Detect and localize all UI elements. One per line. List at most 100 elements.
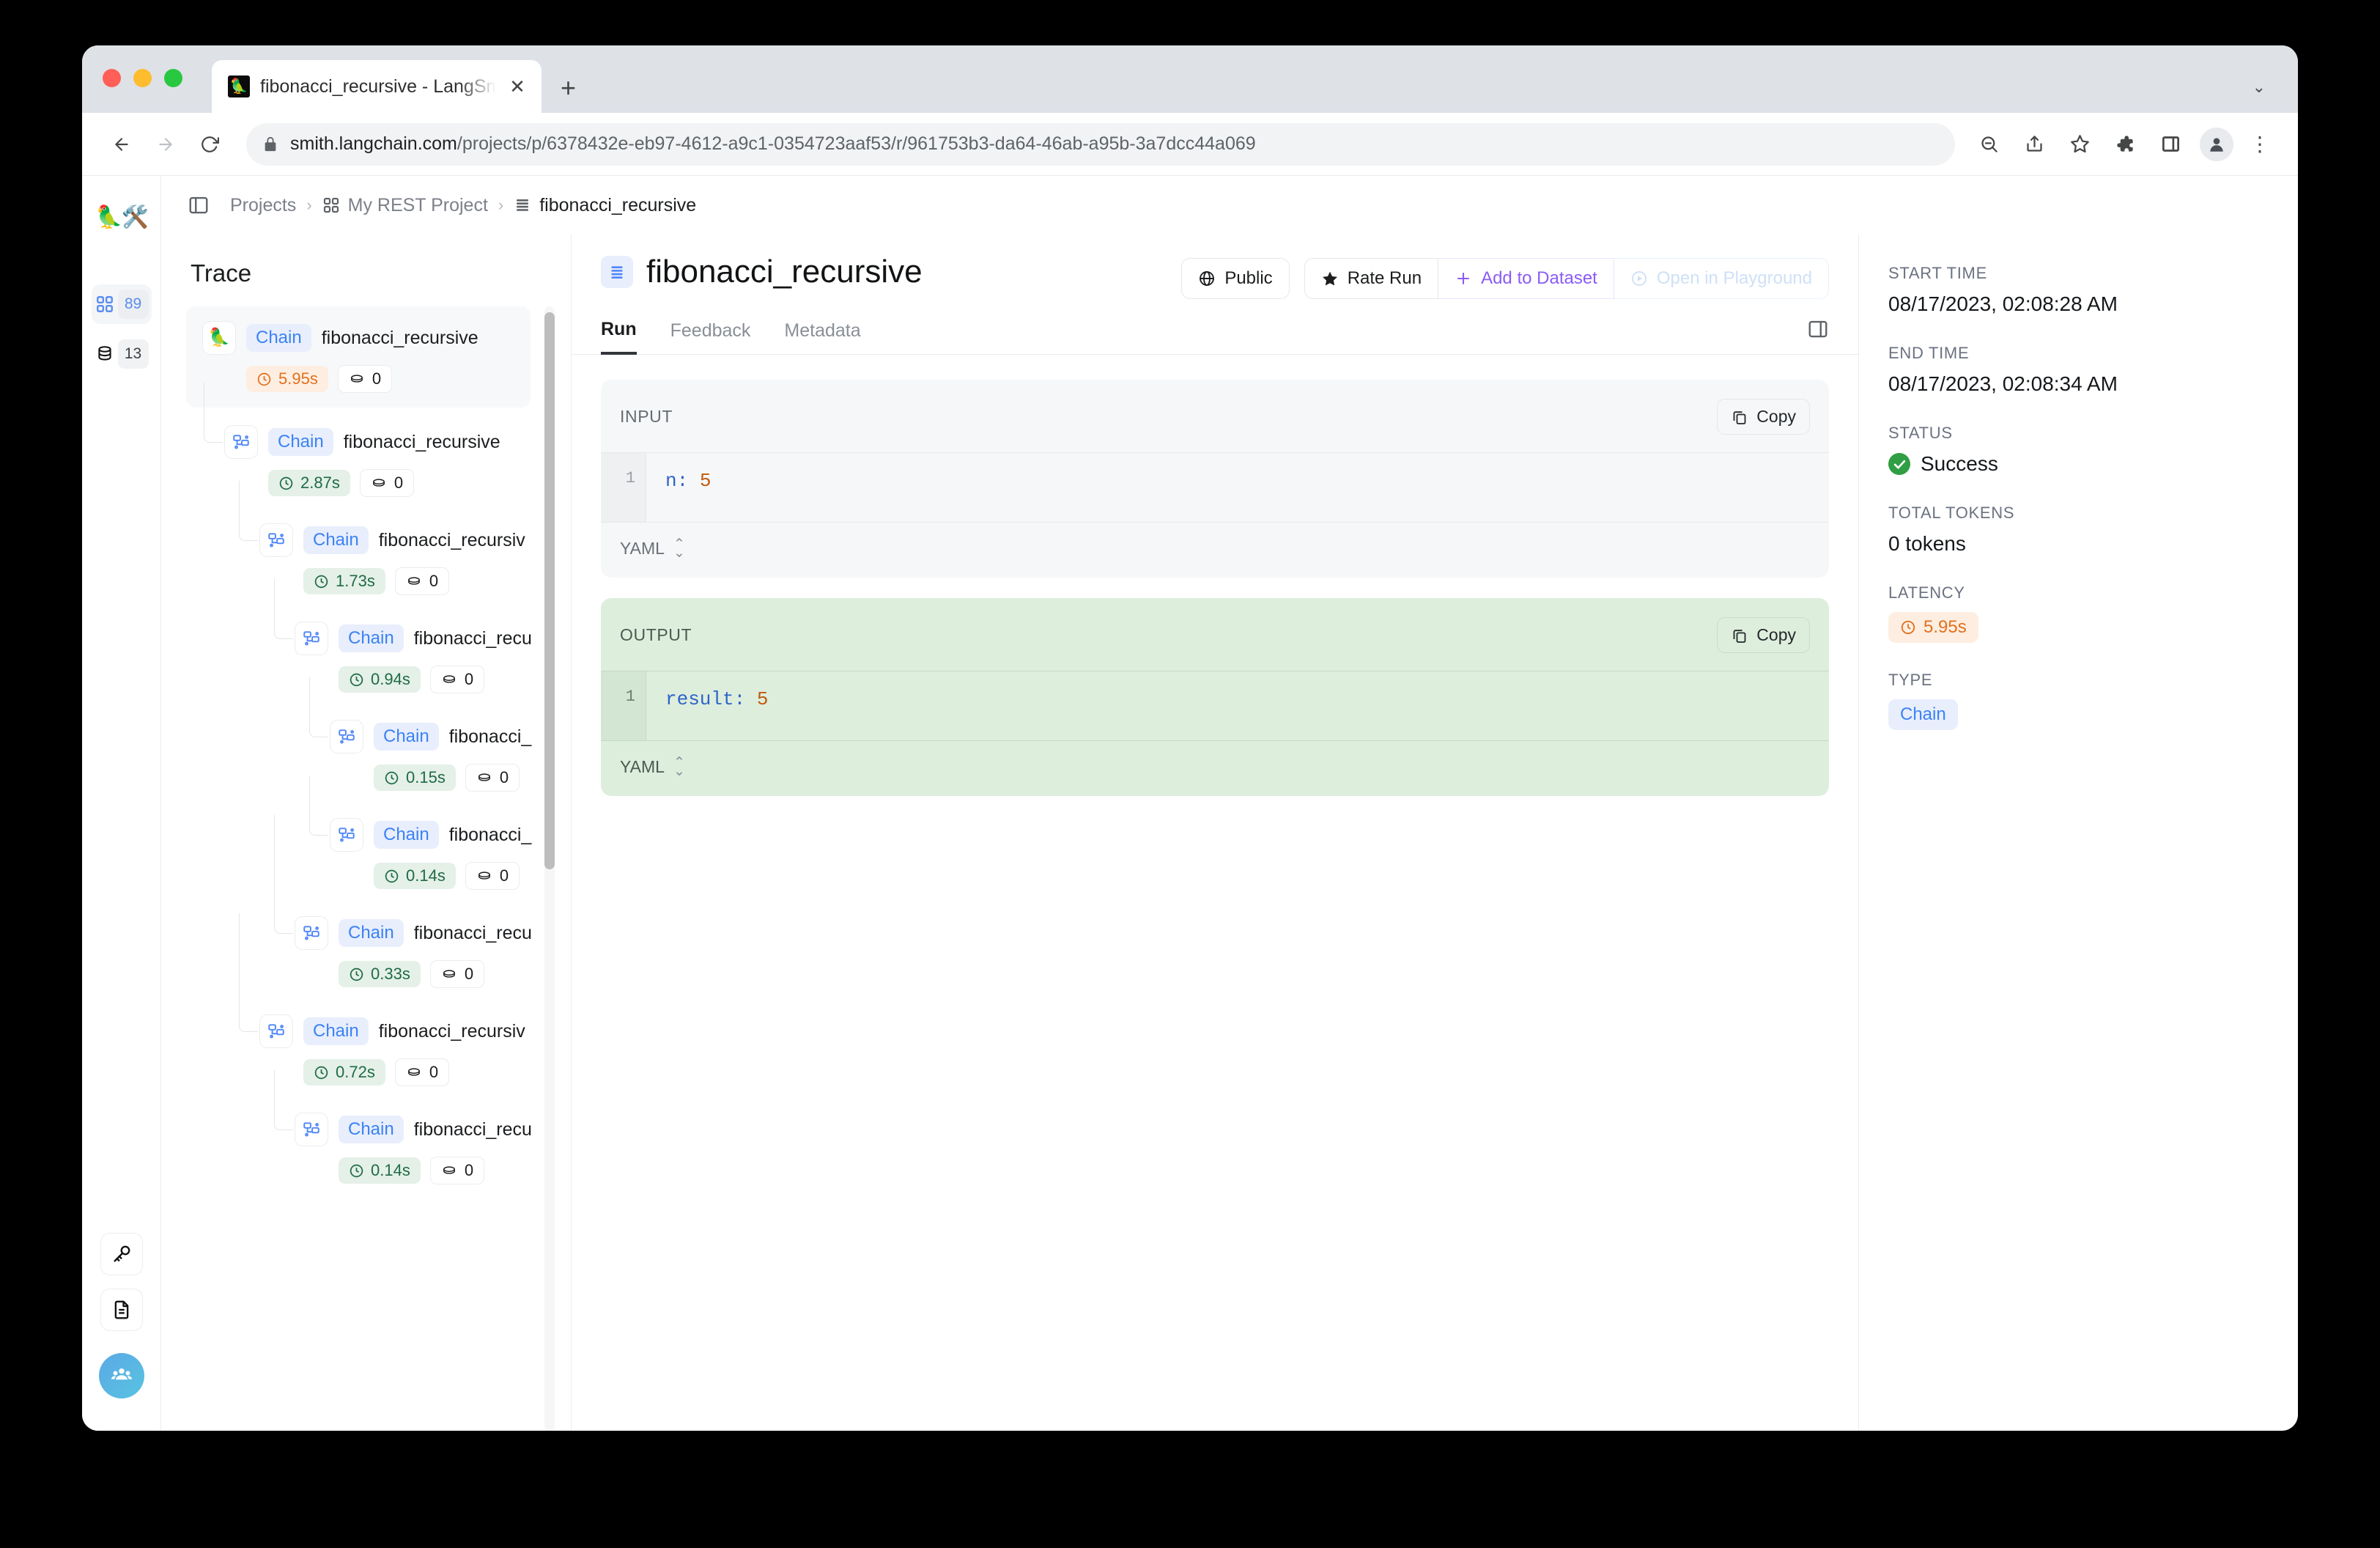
reload-icon[interactable]	[191, 125, 229, 163]
copy-output-button[interactable]: Copy	[1717, 617, 1810, 653]
meta-end-time-value: 08/17/2023, 02:08:34 AM	[1888, 372, 2269, 396]
langsmith-logo-icon[interactable]: 🦜🛠️	[95, 195, 147, 240]
sidebar-item-datasets[interactable]: 13	[92, 334, 152, 374]
kebab-menu-icon[interactable]: ⋮	[2247, 132, 2273, 156]
trace-node[interactable]: Chain fibonacci_recu 0.94s	[295, 622, 571, 693]
tab-metadata[interactable]: Metadata	[784, 320, 860, 353]
tab-feedback[interactable]: Feedback	[670, 320, 751, 353]
browser-window: 🦜 fibonacci_recursive - LangSmith ✕ + ⌄ …	[82, 45, 2298, 1431]
docs-icon[interactable]	[100, 1289, 143, 1331]
trace-node[interactable]: Chain fibonacci_ 0.15s	[330, 720, 571, 792]
trace-node[interactable]: Chain fibonacci_recu 0.14s	[295, 1113, 571, 1184]
public-button[interactable]: Public	[1181, 258, 1289, 299]
meta-latency-label: LATENCY	[1888, 583, 2269, 602]
node-latency-badge: 0.72s	[303, 1059, 385, 1086]
chevron-updown-icon: ⌃⌄	[673, 759, 685, 775]
side-panel-icon[interactable]	[2154, 128, 2187, 161]
node-latency-badge: 0.14s	[374, 863, 456, 889]
node-type-badge: Chain	[303, 526, 369, 554]
profile-avatar-icon[interactable]	[2200, 128, 2233, 161]
address-bar[interactable]: smith.langchain.com/projects/p/6378432e-…	[246, 123, 1955, 166]
node-name: fibonacci_recursive	[344, 432, 500, 453]
share-icon[interactable]	[2018, 128, 2050, 161]
back-arrow-icon[interactable]	[103, 125, 141, 163]
node-token-badge: 0	[338, 365, 392, 393]
main-column: Projects › My REST Project › fibonacci_r…	[161, 176, 2298, 1431]
node-type-badge: Chain	[303, 1017, 369, 1045]
node-type-badge: Chain	[374, 821, 439, 849]
node-name: fibonacci_	[449, 825, 532, 846]
page-title: fibonacci_recursive	[646, 254, 923, 290]
input-format-selector[interactable]: YAML ⌃⌄	[601, 523, 1829, 578]
org-avatar[interactable]	[99, 1353, 144, 1398]
io-area: INPUT Copy 1 n: 5	[572, 355, 1858, 1431]
meta-start-time-value: 08/17/2023, 02:08:28 AM	[1888, 292, 2269, 316]
url-text: smith.langchain.com/projects/p/6378432e-…	[290, 133, 1256, 155]
minimize-window-button[interactable]	[133, 69, 152, 87]
open-in-playground-button[interactable]: Open in Playground	[1614, 258, 1829, 299]
breadcrumb-project[interactable]: My REST Project	[322, 195, 488, 216]
add-to-dataset-button[interactable]: Add to Dataset	[1438, 258, 1614, 299]
output-code-block[interactable]: 1 result: 5	[601, 671, 1829, 741]
trace-node[interactable]: Chain fibonacci_recu 0.33s	[295, 916, 571, 988]
api-key-icon[interactable]	[100, 1233, 143, 1275]
sidebar-item-projects[interactable]: 89	[92, 284, 152, 324]
puzzle-icon[interactable]	[2109, 128, 2141, 161]
input-format-label: YAML	[620, 539, 665, 559]
run-metadata-panel: START TIME 08/17/2023, 02:08:28 AM END T…	[1858, 235, 2298, 1431]
app-body: 🦜🛠️ 89 13	[82, 176, 2298, 1431]
breadcrumb: Projects › My REST Project › fibonacci_r…	[230, 195, 696, 216]
tree-branch	[239, 481, 258, 541]
trace-node[interactable]: Chain fibonacci_ 0.14s	[330, 818, 571, 890]
toggle-right-panel-icon[interactable]	[1807, 318, 1829, 354]
new-tab-button[interactable]: +	[561, 75, 576, 101]
tree-branch	[309, 775, 328, 836]
output-format-selector[interactable]: YAML ⌃⌄	[601, 741, 1829, 796]
meta-type-label: TYPE	[1888, 671, 2269, 690]
chain-icon	[259, 523, 293, 557]
trace-node[interactable]: Chain fibonacci_recursiv 1.73s	[259, 523, 571, 595]
maximize-window-button[interactable]	[164, 69, 182, 87]
forward-arrow-icon[interactable]	[147, 125, 185, 163]
node-token-badge: 0	[465, 862, 520, 890]
meta-tokens-label: TOTAL TOKENS	[1888, 504, 2269, 523]
node-type-badge: Chain	[339, 1116, 404, 1143]
breadcrumb-projects[interactable]: Projects	[230, 195, 296, 216]
tab-title: fibonacci_recursive - LangSmith	[260, 76, 496, 97]
tree-branch	[309, 677, 328, 737]
close-tab-icon[interactable]: ✕	[506, 75, 528, 98]
trace-node[interactable]: Chain fibonacci_recursive 2.87s	[224, 425, 571, 497]
trace-node-root[interactable]: 🦜 Chain fibonacci_recursive 5.95s	[186, 306, 531, 408]
toggle-sidebar-icon[interactable]	[188, 194, 210, 216]
browser-tab[interactable]: 🦜 fibonacci_recursive - LangSmith ✕	[212, 60, 542, 113]
meta-latency: LATENCY 5.95s	[1888, 583, 2269, 643]
tab-run[interactable]: Run	[601, 319, 637, 355]
node-type-badge: Chain	[339, 624, 404, 652]
chevron-down-icon[interactable]: ⌄	[2252, 78, 2266, 97]
chain-icon	[330, 818, 363, 852]
star-icon[interactable]	[2063, 128, 2096, 161]
trace-node[interactable]: Chain fibonacci_recursiv 0.72s	[259, 1014, 571, 1086]
parrot-icon: 🦜	[202, 321, 236, 355]
zoom-out-icon[interactable]	[1973, 128, 2005, 161]
trace-scrollbar[interactable]	[544, 306, 555, 1431]
trace-scrollbar-thumb[interactable]	[544, 312, 555, 869]
input-code-text: n: 5	[646, 453, 711, 522]
breadcrumb-current: fibonacci_recursive	[514, 195, 696, 216]
clock-icon	[1900, 619, 1916, 635]
input-line-number: 1	[601, 453, 646, 522]
left-rail: 🦜🛠️ 89 13	[82, 176, 161, 1431]
database-icon	[95, 344, 115, 364]
rate-run-button[interactable]: Rate Run	[1304, 258, 1438, 299]
tree-branch	[239, 913, 258, 1032]
trace-scroll-area[interactable]: 🦜 Chain fibonacci_recursive 5.95s	[161, 306, 571, 1431]
copy-input-button[interactable]: Copy	[1717, 399, 1810, 435]
input-value: 5	[700, 470, 712, 492]
meta-status-value: Success	[1921, 452, 1998, 476]
input-code-block[interactable]: 1 n: 5	[601, 452, 1829, 523]
chain-icon	[295, 1113, 328, 1146]
close-window-button[interactable]	[103, 69, 121, 87]
chain-icon	[224, 425, 258, 459]
meta-latency-value: 5.95s	[1923, 617, 1967, 638]
chain-icon	[259, 1014, 293, 1048]
